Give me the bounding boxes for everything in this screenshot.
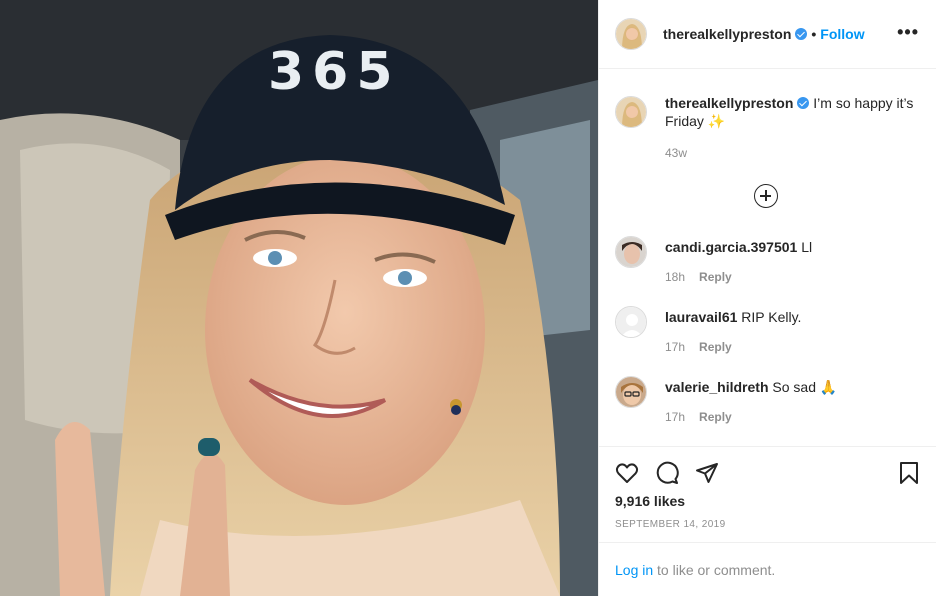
comment-time: 17h [665, 340, 686, 354]
hat-logo-text: 365 [268, 42, 401, 102]
author-avatar[interactable] [615, 18, 647, 50]
commenter-avatar[interactable] [615, 376, 647, 408]
default-avatar-icon [616, 307, 646, 337]
comment-time: 17h [665, 410, 686, 424]
caption-avatar-image [616, 97, 646, 127]
verified-badge-icon [795, 28, 808, 40]
reply-button[interactable]: Reply [699, 410, 732, 424]
comment-username[interactable]: lauravail61 [665, 309, 737, 325]
likes-count[interactable]: 9,916 likes [615, 493, 685, 509]
login-prompt: Log in to like or comment. [599, 542, 936, 596]
commenter-avatar[interactable] [615, 306, 647, 338]
author-username[interactable]: therealkellypreston [663, 26, 791, 42]
share-send-icon[interactable] [695, 461, 719, 485]
author-avatar-image [616, 19, 646, 49]
commenter-avatar-image [616, 237, 646, 267]
comment-item: candi.garcia.397501 Ll 18h Reply [615, 236, 921, 292]
login-link[interactable]: Log in [615, 562, 653, 578]
comment-bubble-icon[interactable] [655, 461, 679, 485]
post-actions: 9,916 likes SEPTEMBER 14, 2019 [599, 446, 936, 542]
comment-text: So sad 🙏 [772, 379, 838, 395]
commenter-avatar[interactable] [615, 236, 647, 268]
comment-item: valerie_hildreth So sad 🙏 17h Reply [615, 376, 921, 432]
post-date[interactable]: SEPTEMBER 14, 2019 [615, 519, 726, 530]
comment-time: 18h [665, 270, 686, 284]
comment-item: lauravail61 RIP Kelly. 17h Reply [615, 306, 921, 362]
like-heart-icon[interactable] [615, 461, 639, 485]
post-photo[interactable]: 365 [0, 0, 598, 596]
comments-section[interactable]: therealkellypreston I’m so happy it’s Fr… [599, 70, 936, 446]
follow-button[interactable]: Follow [820, 26, 864, 42]
reply-button[interactable]: Reply [699, 270, 732, 284]
caption-username[interactable]: therealkellypreston [665, 95, 793, 111]
load-more-comments-icon[interactable] [754, 184, 778, 208]
caption-avatar[interactable] [615, 96, 647, 128]
comment-text: Ll [801, 239, 813, 255]
comment-text: RIP Kelly. [741, 309, 802, 325]
login-prompt-text: to like or comment. [653, 562, 776, 578]
verified-badge-icon [797, 97, 810, 109]
comment-username[interactable]: valerie_hildreth [665, 379, 769, 395]
separator-dot: • [811, 26, 817, 42]
caption-time: 43w [665, 146, 688, 160]
reply-button[interactable]: Reply [699, 340, 732, 354]
more-options-icon[interactable]: ••• [897, 22, 919, 43]
post-side-panel: therealkellypreston • Follow ••• therealke… [598, 0, 936, 596]
comment-username[interactable]: candi.garcia.397501 [665, 239, 797, 255]
post-header: therealkellypreston • Follow ••• [599, 0, 936, 69]
save-bookmark-icon[interactable] [897, 461, 921, 485]
commenter-avatar-image [616, 377, 646, 407]
